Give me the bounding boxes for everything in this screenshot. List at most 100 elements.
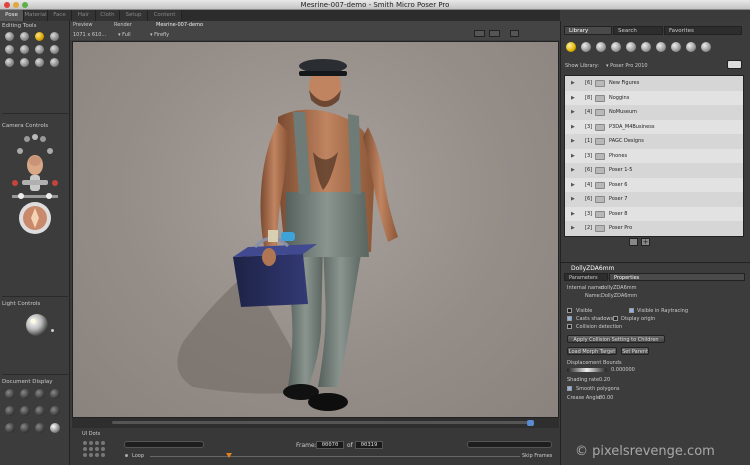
keyframe-buttons[interactable] <box>467 441 552 448</box>
tab-library[interactable]: Library <box>564 26 612 35</box>
camera-controls-widget[interactable] <box>8 133 62 238</box>
current-frame-field[interactable]: 00070 <box>316 441 344 449</box>
display-style-flat-lined-icon[interactable] <box>35 406 45 416</box>
color-tool-icon[interactable] <box>50 45 59 54</box>
ui-dots-grid[interactable] <box>83 441 105 459</box>
materials-category-icon[interactable] <box>686 42 696 52</box>
folder-icon <box>595 210 605 218</box>
view-magnifier-tool-icon[interactable] <box>20 58 29 67</box>
list-item[interactable]: ▶ [6] Poser 1-5 <box>565 163 743 178</box>
apply-collision-button[interactable]: Apply Collision Setting to Children <box>567 335 665 343</box>
total-frames-field[interactable]: 00319 <box>355 441 383 449</box>
render-fit-dropdown[interactable]: ▾ Full <box>118 32 131 38</box>
tab-search[interactable]: Search <box>613 26 663 35</box>
set-parent-button[interactable]: Set Parent <box>621 347 649 355</box>
hands-category-icon[interactable] <box>626 42 636 52</box>
add-to-library-icon[interactable]: + <box>641 238 650 246</box>
display-style-cartoon-lines-icon[interactable] <box>5 423 15 433</box>
displacement-bounds-dial[interactable] <box>567 368 607 372</box>
expressions-category-icon[interactable] <box>596 42 606 52</box>
scenes-category-icon[interactable] <box>701 42 711 52</box>
translate-in-out-tool-icon[interactable] <box>50 32 59 41</box>
visible-in-raytracing-checkbox[interactable] <box>629 308 634 313</box>
display-style-cartoon-icon[interactable] <box>50 406 60 416</box>
library-options-button[interactable] <box>727 60 742 69</box>
display-style-flat-shaded-icon[interactable] <box>20 406 30 416</box>
remove-from-library-icon[interactable] <box>629 238 638 246</box>
list-item[interactable]: ▶ [4] Poser 6 <box>565 177 743 192</box>
display-style-texture-shaded-icon[interactable] <box>50 423 60 433</box>
display-style-smooth-shaded-icon[interactable] <box>20 423 30 433</box>
selected-object-name[interactable]: DollyZDA6mm <box>571 265 614 272</box>
display-style-outline-icon[interactable] <box>20 389 30 399</box>
render-button-icon[interactable] <box>474 30 485 37</box>
tab-face[interactable]: Face <box>48 10 72 21</box>
visible-checkbox[interactable] <box>567 308 572 313</box>
list-item[interactable]: ▶ [3] Phones <box>565 148 743 163</box>
collision-detection-checkbox[interactable] <box>567 324 572 329</box>
smooth-polygons-checkbox[interactable] <box>567 386 572 391</box>
cameras-category-icon[interactable] <box>671 42 681 52</box>
tab-content[interactable]: Content <box>148 10 182 21</box>
tab-parameters[interactable]: Parameters <box>564 273 608 281</box>
tab-material[interactable]: Material <box>24 10 48 21</box>
figures-category-icon[interactable] <box>566 42 576 52</box>
poses-category-icon[interactable] <box>581 42 591 52</box>
display-style-hidden-line-icon[interactable] <box>50 389 60 399</box>
list-item[interactable]: ▶ [8] Noggins <box>565 90 743 105</box>
lights-category-icon[interactable] <box>656 42 666 52</box>
name-label: Name: <box>585 293 602 299</box>
list-item[interactable]: ▶ [4] NoMuseum <box>565 105 743 120</box>
rotate-tool-icon[interactable] <box>5 32 14 41</box>
list-item[interactable]: ▶ [2] Poser Pro <box>565 221 743 236</box>
timeline-scrubber-track[interactable] <box>150 456 520 457</box>
scale-tool-icon[interactable] <box>5 45 14 54</box>
tab-properties[interactable]: Properties <box>609 273 745 281</box>
scroll-track[interactable] <box>112 421 532 424</box>
display-style-smooth-lined-icon[interactable] <box>35 423 45 433</box>
tab-preview[interactable]: Preview <box>73 22 92 28</box>
display-style-silhouette-icon[interactable] <box>5 389 15 399</box>
tab-favorites[interactable]: Favorites <box>664 26 742 35</box>
load-morph-target-button[interactable]: Load Morph Target <box>567 347 617 355</box>
shading-rate-value[interactable]: 0.20 <box>599 377 610 383</box>
crease-angle-value[interactable]: 80.00 <box>599 395 613 401</box>
light-sphere-icon[interactable] <box>24 312 50 338</box>
display-origin-checkbox[interactable] <box>613 316 618 321</box>
props-category-icon[interactable] <box>641 42 651 52</box>
list-item[interactable]: ▶ [6] New Figures <box>565 76 743 91</box>
list-item[interactable]: ▶ [6] Poser 7 <box>565 192 743 207</box>
list-item[interactable]: ▶ [3] Poser 8 <box>565 206 743 221</box>
morphing-tool-icon[interactable] <box>35 58 44 67</box>
loop-checkbox[interactable] <box>125 454 128 457</box>
direct-manipulation-tool-icon[interactable] <box>50 58 59 67</box>
render-size-label[interactable]: 1071 x 610... <box>73 32 106 38</box>
render-engine-dropdown[interactable]: ▾ Firefly <box>150 32 169 38</box>
displacement-bounds-value[interactable]: 0.000000 <box>611 367 635 373</box>
list-item[interactable]: ▶ [3] P3DA_M4Business <box>565 119 743 134</box>
translate-tool-icon[interactable] <box>35 32 44 41</box>
taper-tool-icon[interactable] <box>20 45 29 54</box>
list-item[interactable]: ▶ [1] PAGC Designs <box>565 134 743 149</box>
tab-setup[interactable]: Setup <box>120 10 148 21</box>
viewport-scrollbar[interactable] <box>72 418 559 428</box>
casts-shadows-checkbox[interactable] <box>567 316 572 321</box>
twist-tool-icon[interactable] <box>20 32 29 41</box>
show-library-dropdown[interactable]: ▾ Poser Pro 2010 <box>606 63 648 69</box>
grouping-tool-icon[interactable] <box>5 58 14 67</box>
3d-viewport[interactable] <box>72 41 559 418</box>
playback-buttons[interactable] <box>124 441 204 448</box>
render-settings-icon[interactable] <box>510 30 519 37</box>
tab-hair[interactable]: Hair <box>72 10 96 21</box>
timeline-scrubber-thumb[interactable] <box>226 453 232 458</box>
name-field[interactable]: DollyZDA6mm <box>601 293 637 299</box>
tab-cloth[interactable]: Cloth <box>96 10 120 21</box>
display-style-wireframe-icon[interactable] <box>35 389 45 399</box>
hair-category-icon[interactable] <box>611 42 621 52</box>
chain-break-tool-icon[interactable] <box>35 45 44 54</box>
area-render-icon[interactable] <box>489 30 500 37</box>
tab-render[interactable]: Render <box>114 22 132 28</box>
tab-pose[interactable]: Pose <box>0 10 24 21</box>
scroll-thumb[interactable] <box>527 420 534 426</box>
display-style-lit-wireframe-icon[interactable] <box>5 406 15 416</box>
